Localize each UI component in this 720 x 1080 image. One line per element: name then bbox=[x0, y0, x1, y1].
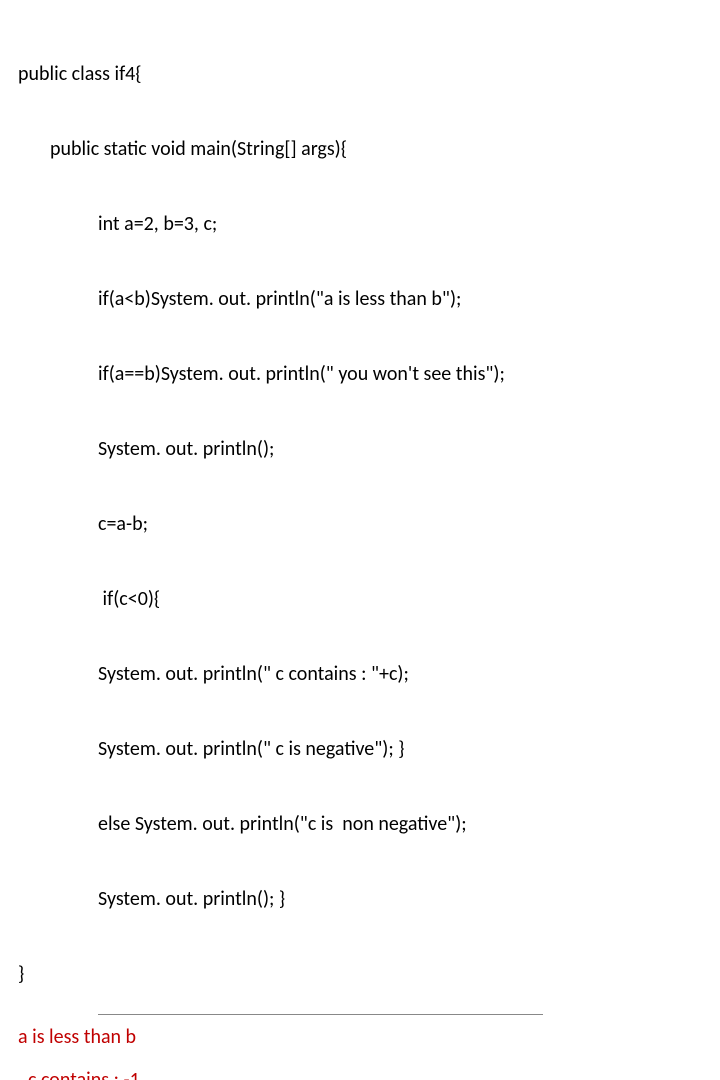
code-line-3: int a=2, b=3, c; bbox=[18, 212, 702, 237]
code-line-5: if(a==b)System. out. println(" you won't… bbox=[18, 362, 702, 387]
code-line-11: else System. out. println("c is non nega… bbox=[18, 812, 702, 837]
code-line-1: public class if4{ bbox=[18, 62, 702, 87]
output-block: a is less than b c contains : -1 c is ne… bbox=[18, 1025, 702, 1080]
code-line-10: System. out. println(" c is negative"); … bbox=[18, 737, 702, 762]
code-line-4: if(a<b)System. out. println("a is less t… bbox=[18, 287, 702, 312]
code-line-9: System. out. println(" c contains : "+c)… bbox=[18, 662, 702, 687]
output-line-1: a is less than b bbox=[18, 1025, 702, 1050]
code-line-6: System. out. println(); bbox=[18, 437, 702, 462]
code-line-8: if(c<0){ bbox=[18, 587, 702, 612]
output-spacer bbox=[18, 1050, 702, 1068]
divider bbox=[98, 1014, 543, 1015]
code-line-13: } bbox=[18, 962, 702, 987]
code-block: public class if4{ public static void mai… bbox=[18, 12, 702, 1012]
code-line-7: c=a-b; bbox=[18, 512, 702, 537]
output-line-2: c contains : -1 bbox=[28, 1068, 702, 1080]
code-line-12: System. out. println(); } bbox=[18, 887, 702, 912]
code-line-2: public static void main(String[] args){ bbox=[18, 137, 702, 162]
